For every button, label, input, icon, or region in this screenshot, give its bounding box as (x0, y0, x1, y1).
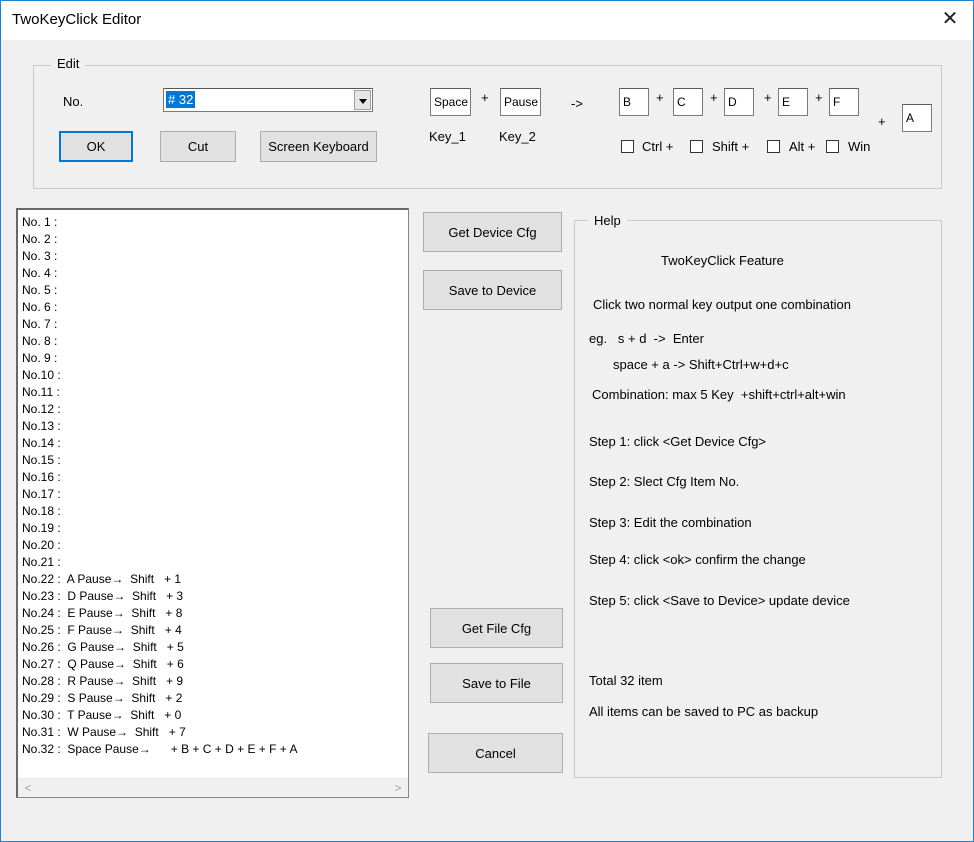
alt-checkbox[interactable] (767, 140, 780, 153)
list-item[interactable]: No. 5 : (22, 282, 297, 299)
shift-checkbox[interactable] (690, 140, 703, 153)
help-combination: Combination: max 5 Key +shift+ctrl+alt+w… (592, 387, 846, 402)
horizontal-scrollbar[interactable]: < > (18, 778, 408, 797)
extra-key-input[interactable]: A (902, 104, 932, 132)
cancel-button[interactable]: Cancel (428, 733, 563, 773)
help-example-1: eg. s + d -> Enter (589, 331, 704, 346)
edit-legend: Edit (51, 56, 86, 71)
list-item[interactable]: No.29 : S Pause→ Shift + 2 (22, 690, 297, 707)
screen-keyboard-button[interactable]: Screen Keyboard (260, 131, 377, 162)
chevron-down-icon[interactable] (354, 90, 371, 110)
plus-sign: + (878, 114, 886, 129)
key1-label: Key_1 (429, 129, 466, 144)
combo-key-3-input[interactable]: D (724, 88, 754, 116)
get-device-cfg-button[interactable]: Get Device Cfg (423, 212, 562, 252)
plus-sign: + (710, 90, 718, 105)
combo-key-4-input[interactable]: E (778, 88, 808, 116)
config-list[interactable]: No. 1 : No. 2 : No. 3 : No. 4 : No. 5 : … (16, 208, 409, 798)
list-item[interactable]: No.12 : (22, 401, 297, 418)
key1-input[interactable]: Space (430, 88, 471, 116)
item-no-selected-value: # 32 (166, 91, 196, 108)
alt-label: Alt + (789, 139, 816, 154)
edit-groupbox (33, 65, 942, 189)
help-step-1: Step 1: click <Get Device Cfg> (589, 434, 767, 449)
combo-key-5-input[interactable]: F (829, 88, 859, 116)
list-item[interactable]: No. 7 : (22, 316, 297, 333)
list-item[interactable]: No. 4 : (22, 265, 297, 282)
shift-label: Shift + (712, 139, 750, 154)
list-item[interactable]: No.16 : (22, 469, 297, 486)
list-item[interactable]: No.31 : W Pause→ Shift + 7 (22, 724, 297, 741)
list-item[interactable]: No.28 : R Pause→ Shift + 9 (22, 673, 297, 690)
save-to-device-button[interactable]: Save to Device (423, 270, 562, 310)
help-backup: All items can be saved to PC as backup (589, 704, 819, 719)
list-item[interactable]: No.27 : Q Pause→ Shift + 6 (22, 656, 297, 673)
help-step-5: Step 5: click <Save to Device> update de… (589, 593, 850, 608)
plus-sign: + (481, 90, 489, 105)
help-total: Total 32 item (589, 673, 663, 688)
help-step-3: Step 3: Edit the combination (589, 515, 752, 530)
no-label: No. (63, 94, 84, 109)
list-item[interactable]: No.17 : (22, 486, 297, 503)
list-item[interactable]: No.19 : (22, 520, 297, 537)
list-item[interactable]: No.25 : F Pause→ Shift + 4 (22, 622, 297, 639)
plus-sign: + (815, 90, 823, 105)
ctrl-checkbox[interactable] (621, 140, 634, 153)
title-bar: TwoKeyClick Editor ✕ (0, 0, 974, 40)
list-item[interactable]: No.20 : (22, 537, 297, 554)
scroll-left-icon[interactable]: < (22, 782, 34, 794)
list-item[interactable]: No.30 : T Pause→ Shift + 0 (22, 707, 297, 724)
list-item[interactable]: No.24 : E Pause→ Shift + 8 (22, 605, 297, 622)
key2-label: Key_2 (499, 129, 536, 144)
ok-button[interactable]: OK (59, 131, 133, 162)
plus-sign: + (764, 90, 772, 105)
win-checkbox[interactable] (826, 140, 839, 153)
help-legend: Help (588, 213, 627, 228)
window-title: TwoKeyClick Editor (12, 11, 142, 28)
list-item[interactable]: No. 8 : (22, 333, 297, 350)
list-items: No. 1 : No. 2 : No. 3 : No. 4 : No. 5 : … (22, 214, 297, 758)
win-label: Win (848, 139, 871, 154)
arrow-sign: -> (571, 96, 583, 111)
list-item[interactable]: No.10 : (22, 367, 297, 384)
close-icon[interactable]: ✕ (939, 7, 961, 31)
get-file-cfg-button[interactable]: Get File Cfg (430, 608, 563, 648)
list-item[interactable]: No. 3 : (22, 248, 297, 265)
list-item[interactable]: No.22 : A Pause→ Shift + 1 (22, 571, 297, 588)
ctrl-label: Ctrl + (642, 139, 674, 154)
combo-key-1-input[interactable]: B (619, 88, 649, 116)
help-step-2: Step 2: Slect Cfg Item No. (589, 474, 740, 489)
item-no-select[interactable]: # 32 (163, 88, 373, 112)
list-item[interactable]: No. 6 : (22, 299, 297, 316)
list-item[interactable]: No. 1 : (22, 214, 297, 231)
key2-input[interactable]: Pause (500, 88, 541, 116)
list-item[interactable]: No. 9 : (22, 350, 297, 367)
list-item[interactable]: No.14 : (22, 435, 297, 452)
combo-key-2-input[interactable]: C (673, 88, 703, 116)
plus-sign: + (656, 90, 664, 105)
list-item[interactable]: No.11 : (22, 384, 297, 401)
help-line-1: Click two normal key output one combinat… (593, 297, 851, 312)
cut-button[interactable]: Cut (160, 131, 236, 162)
list-item[interactable]: No.13 : (22, 418, 297, 435)
list-item[interactable]: No.26 : G Pause→ Shift + 5 (22, 639, 297, 656)
list-item[interactable]: No.15 : (22, 452, 297, 469)
scroll-right-icon[interactable]: > (392, 782, 404, 794)
list-item[interactable]: No.18 : (22, 503, 297, 520)
help-example-2: space + a -> Shift+Ctrl+w+d+c (613, 357, 789, 372)
help-feature-title: TwoKeyClick Feature (661, 253, 784, 268)
help-step-4: Step 4: click <ok> confirm the change (589, 552, 806, 567)
list-item[interactable]: No.21 : (22, 554, 297, 571)
list-item[interactable]: No. 2 : (22, 231, 297, 248)
save-to-file-button[interactable]: Save to File (430, 663, 563, 703)
list-item[interactable]: No.23 : D Pause→ Shift + 3 (22, 588, 297, 605)
list-item[interactable]: No.32 : Space Pause→ + B + C + D + E + F… (22, 741, 297, 758)
